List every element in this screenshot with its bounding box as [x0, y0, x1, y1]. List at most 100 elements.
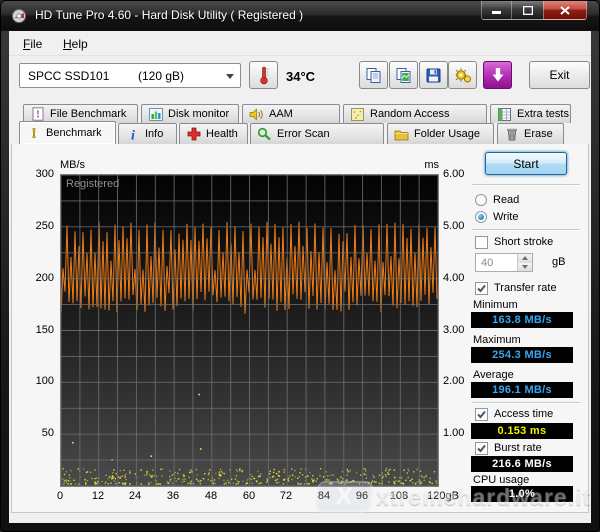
exit-button[interactable]: Exit	[529, 61, 590, 89]
start-button[interactable]: Start	[485, 152, 567, 175]
tab-error-scan[interactable]: Error Scan	[250, 123, 384, 144]
cpu-usage-label: CPU usage	[473, 474, 583, 486]
download-arrow-icon	[491, 67, 505, 83]
short-stroke-value: 40	[481, 257, 493, 269]
gb-unit-label: gB	[552, 256, 565, 268]
extra-tests-icon	[497, 107, 512, 121]
svg-text:i: i	[131, 128, 135, 142]
toolbar: SPCC SSD101 (120 gB) 34°C	[9, 56, 591, 97]
close-icon	[560, 6, 570, 15]
maximize-button[interactable]	[512, 1, 543, 20]
tab-disk-monitor[interactable]: Disk monitor	[141, 104, 239, 123]
window-title: HD Tune Pro 4.60 - Hard Disk Utility ( R…	[35, 8, 303, 22]
short-stroke-label: Short stroke	[494, 236, 553, 248]
tab-label: File Benchmark	[50, 108, 126, 120]
start-label: Start	[513, 157, 538, 171]
minimum-label: Minimum	[473, 299, 583, 311]
x-tick-label: 48	[193, 490, 229, 502]
x-tick-label: 60	[231, 490, 267, 502]
drive-selector[interactable]: SPCC SSD101 (120 gB)	[19, 63, 241, 88]
y-right-unit: ms	[409, 159, 439, 171]
download-button[interactable]	[483, 61, 512, 89]
transfer-rate-checkbox[interactable]: Transfer rate	[475, 281, 585, 295]
y-left-tick-label: 100	[12, 375, 54, 387]
disk-monitor-icon	[148, 107, 163, 121]
close-button[interactable]	[543, 1, 587, 20]
tab-extra-tests[interactable]: Extra tests	[490, 104, 571, 123]
burst-rate-checkbox[interactable]: Burst rate	[475, 441, 585, 455]
tab-aam[interactable]: AAM	[242, 104, 340, 123]
options-button[interactable]	[448, 61, 477, 89]
tab-label: Folder Usage	[414, 128, 480, 140]
copy-text-button[interactable]	[359, 61, 388, 89]
minimize-button[interactable]	[481, 1, 512, 20]
client-area: File Help SPCC SSD101 (120 gB) 34°C	[9, 31, 591, 523]
save-button[interactable]	[419, 61, 448, 89]
access-time-value: 0.153 ms	[471, 423, 573, 439]
tab-health[interactable]: Health	[179, 123, 248, 144]
tab-erase[interactable]: Erase	[497, 123, 564, 144]
benchmark-panel: MB/s ms Registered 300250200150100506.00…	[11, 144, 589, 513]
y-left-tick-label: 50	[12, 427, 54, 439]
burst-rate-value: 216.6 MB/s	[471, 456, 573, 472]
menu-file[interactable]: File	[19, 36, 46, 52]
y-left-tick-label: 200	[12, 272, 54, 284]
svg-text:!: !	[31, 126, 36, 141]
average-value: 196.1 MB/s	[471, 382, 573, 398]
health-icon	[186, 127, 201, 141]
short-stroke-size-input[interactable]: 40	[475, 253, 533, 272]
copy-image-icon	[395, 67, 412, 84]
tab-label: Random Access	[370, 108, 449, 120]
drive-size: (120 gB)	[138, 69, 184, 83]
radio-selected-icon	[475, 211, 487, 223]
average-label: Average	[473, 369, 583, 381]
spin-up-icon[interactable]	[518, 254, 532, 263]
temperature-value: 34°C	[286, 69, 315, 84]
tab-label: Extra tests	[517, 108, 569, 120]
tab-benchmark[interactable]: ! Benchmark	[19, 121, 116, 144]
copy-icon	[365, 67, 382, 84]
y-left-tick-label: 300	[12, 168, 54, 180]
folder-icon	[394, 127, 409, 141]
spin-down-icon[interactable]	[518, 263, 532, 272]
tab-label: Error Scan	[277, 128, 330, 140]
erase-icon	[504, 127, 519, 141]
title-bar[interactable]: HD Tune Pro 4.60 - Hard Disk Utility ( R…	[1, 1, 599, 31]
tab-label: Erase	[524, 128, 553, 140]
tab-label: AAM	[269, 108, 293, 120]
exit-label: Exit	[549, 68, 569, 82]
divider	[472, 402, 580, 404]
window-controls	[481, 1, 587, 20]
temperature-button[interactable]	[249, 61, 278, 89]
tab-strip: ! File Benchmark Disk monitor AAM	[9, 97, 591, 144]
tab-random-access[interactable]: Random Access	[343, 104, 487, 123]
x-tick-label: 36	[155, 490, 191, 502]
short-stroke-checkbox[interactable]: Short stroke	[475, 235, 585, 249]
app-window: HD Tune Pro 4.60 - Hard Disk Utility ( R…	[0, 0, 600, 532]
radio-icon	[475, 194, 487, 206]
access-time-checkbox[interactable]: Access time	[475, 407, 585, 421]
tab-folder-usage[interactable]: Folder Usage	[387, 123, 494, 144]
benchmark-chart: MB/s ms Registered 300250200150100506.00…	[12, 144, 468, 513]
divider	[472, 184, 580, 186]
read-radio[interactable]: Read	[475, 193, 585, 207]
copy-image-button[interactable]	[389, 61, 418, 89]
x-tick-label: 108	[381, 490, 417, 502]
x-tick-label: 96	[344, 490, 380, 502]
y-left-tick-label: 250	[12, 220, 54, 232]
chevron-down-icon	[226, 74, 234, 79]
write-radio[interactable]: Write	[475, 210, 585, 224]
tab-info[interactable]: i Info	[118, 123, 177, 144]
checkbox-checked-icon	[475, 282, 488, 295]
tab-label: Info	[145, 128, 163, 140]
info-icon: i	[125, 127, 140, 141]
app-logo-icon	[11, 8, 27, 24]
tab-label: Disk monitor	[168, 108, 229, 120]
menu-help[interactable]: Help	[59, 36, 92, 52]
x-tick-label: 120gB	[419, 490, 467, 502]
checkbox-checked-icon	[475, 442, 488, 455]
x-tick-label: 0	[42, 490, 78, 502]
spinner-buttons[interactable]	[517, 254, 532, 271]
read-label: Read	[493, 194, 519, 206]
speaker-icon	[249, 107, 264, 121]
